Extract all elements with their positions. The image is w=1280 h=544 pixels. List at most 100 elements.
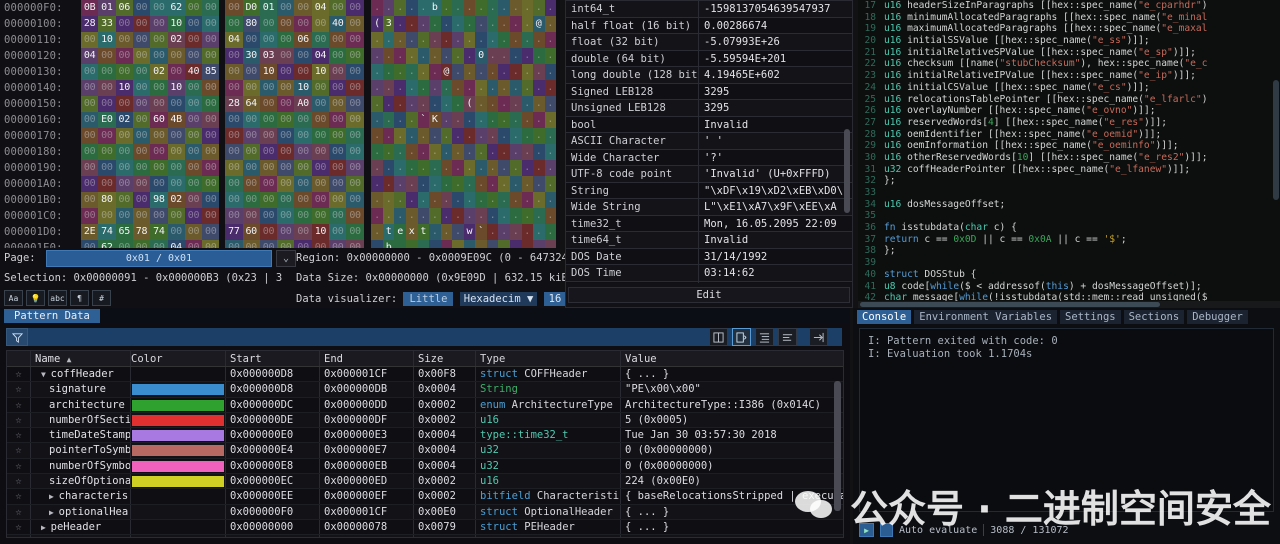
hex-ascii-char[interactable]: . — [382, 176, 395, 192]
hex-byte[interactable]: 10 — [311, 224, 330, 240]
hex-ascii-char[interactable]: . — [544, 112, 556, 128]
table-row[interactable]: ☆ ▼ coffHeader 0x000000D8 0x000001CF 0x00F8 s… — [7, 367, 843, 383]
hex-byte[interactable]: 00 — [259, 144, 278, 160]
hex-ascii-char[interactable]: . — [452, 80, 464, 96]
hex-byte[interactable]: 00 — [346, 96, 364, 112]
hex-byte[interactable]: 00 — [98, 48, 116, 64]
hex-byte[interactable]: 00 — [346, 176, 364, 192]
hex-ascii-char[interactable]: ( — [371, 16, 383, 32]
hex-byte[interactable]: 40 — [329, 16, 347, 32]
hex-ascii-char[interactable]: . — [394, 128, 407, 144]
hex-byte[interactable]: 00 — [115, 32, 133, 48]
hex-byte[interactable]: 62 — [98, 240, 116, 248]
hex-ascii-char[interactable]: t — [417, 224, 430, 240]
hex-byte[interactable]: 10 — [98, 32, 116, 48]
hex-ascii-char[interactable]: . — [382, 160, 395, 176]
hex-byte[interactable]: 04 — [80, 48, 99, 64]
hex-ascii-char[interactable]: . — [521, 0, 534, 16]
hex-byte[interactable]: 00 — [329, 144, 347, 160]
hex-byte[interactable]: 00 — [115, 176, 133, 192]
hex-ascii-char[interactable]: . — [382, 96, 395, 112]
hex-ascii-char[interactable]: . — [498, 176, 510, 192]
hex-byte[interactable]: 00 — [80, 176, 99, 192]
hex-ascii-char[interactable]: . — [429, 80, 441, 96]
hex-ascii-char[interactable]: . — [521, 64, 534, 80]
hex-ascii-char[interactable]: . — [486, 208, 499, 224]
code-line[interactable]: 35 — [858, 210, 1280, 222]
hex-ascii-char[interactable]: w — [463, 224, 476, 240]
hex-row[interactable]: 00000140: 00 00 10 00 00 10 00 00 00 00 00 00 10 00 00 0… — [0, 80, 556, 96]
hex-byte[interactable]: 00 — [294, 160, 312, 176]
hex-ascii-char[interactable]: . — [475, 176, 487, 192]
hex-byte[interactable]: 00 — [132, 16, 151, 32]
hex-ascii-char[interactable]: . — [440, 0, 453, 16]
hex-ascii-char[interactable]: . — [382, 48, 395, 64]
hex-byte[interactable]: 04 — [225, 32, 243, 48]
hex-ascii-char[interactable]: . — [498, 208, 510, 224]
hex-byte[interactable]: 00 — [259, 112, 278, 128]
column-count-input[interactable]: 16 — [543, 292, 567, 306]
hex-byte[interactable]: 00 — [294, 144, 312, 160]
hex-ascii-char[interactable]: . — [533, 208, 545, 224]
hex-byte[interactable]: 00 — [167, 176, 185, 192]
hex-byte[interactable]: 00 — [202, 224, 220, 240]
hex-byte[interactable]: 00 — [277, 192, 295, 208]
pattern-data-table[interactable]: Name ▲ Color Start End Size Type Value ☆… — [6, 350, 844, 538]
row-color[interactable] — [131, 519, 226, 535]
hex-ascii-char[interactable]: . — [475, 112, 487, 128]
hex-ascii-char[interactable]: . — [429, 32, 441, 48]
hex-ascii-char[interactable]: . — [475, 16, 487, 32]
hex-ascii-char[interactable]: . — [486, 192, 499, 208]
hex-byte[interactable]: 00 — [242, 208, 260, 224]
hex-ascii-char[interactable]: . — [509, 48, 522, 64]
hex-byte[interactable]: 00 — [277, 240, 295, 248]
hex-byte[interactable]: 01 — [98, 0, 116, 16]
hex-ascii-char[interactable]: . — [463, 208, 476, 224]
hex-byte[interactable]: 00 — [184, 48, 203, 64]
hex-byte[interactable]: 00 — [115, 160, 133, 176]
hex-ascii-char[interactable]: . — [382, 144, 395, 160]
hex-byte[interactable]: 00 — [202, 112, 220, 128]
hex-byte[interactable]: 00 — [202, 192, 220, 208]
hex-byte[interactable]: 62 — [167, 0, 185, 16]
row-name[interactable]: pointerToSymb — [31, 443, 131, 458]
code-line[interactable]: 28 u16 oemIdentifier [[hex::spec_name("e… — [858, 129, 1280, 141]
code-line[interactable]: 27 u16 reservedWords[4] [[hex::spec_name… — [858, 117, 1280, 129]
hex-ascii-char[interactable]: . — [521, 128, 534, 144]
hex-byte[interactable]: 60 — [242, 224, 260, 240]
hex-byte[interactable]: 00 — [132, 32, 151, 48]
hex-byte[interactable]: 00 — [150, 96, 168, 112]
hex-ascii-char[interactable]: . — [533, 144, 545, 160]
hex-ascii-char[interactable]: . — [394, 96, 407, 112]
hex-byte[interactable]: 00 — [150, 16, 168, 32]
hex-ascii-char[interactable]: . — [452, 64, 464, 80]
hex-ascii-char[interactable]: . — [498, 48, 510, 64]
hex-byte[interactable]: 00 — [242, 128, 260, 144]
hex-byte[interactable]: 00 — [346, 16, 364, 32]
hex-byte[interactable]: 00 — [346, 32, 364, 48]
hex-ascii-char[interactable]: . — [544, 16, 556, 32]
hex-byte[interactable]: 00 — [184, 240, 203, 248]
hex-byte[interactable]: 00 — [184, 176, 203, 192]
hex-ascii-char[interactable]: . — [440, 128, 453, 144]
hex-byte[interactable]: 00 — [329, 224, 347, 240]
hex-ascii-char[interactable]: . — [498, 16, 510, 32]
hex-ascii-char[interactable]: . — [533, 80, 545, 96]
hex-byte[interactable]: 06 — [294, 32, 312, 48]
hex-byte[interactable]: 00 — [184, 160, 203, 176]
hex-ascii-char[interactable]: . — [463, 80, 476, 96]
hex-ascii-char[interactable]: . — [544, 176, 556, 192]
hex-byte[interactable]: 00 — [98, 64, 116, 80]
hex-byte[interactable]: 02 — [167, 32, 185, 48]
hex-ascii-char[interactable]: . — [463, 192, 476, 208]
hex-ascii-char[interactable]: . — [463, 176, 476, 192]
hex-byte[interactable]: 00 — [277, 48, 295, 64]
chevron-right-icon[interactable]: ▶ — [49, 492, 59, 501]
row-color[interactable] — [131, 412, 226, 428]
hex-byte[interactable]: 0B — [80, 0, 99, 16]
hex-ascii-char[interactable]: . — [475, 208, 487, 224]
hex-ascii-char[interactable]: . — [417, 240, 430, 248]
hex-byte[interactable]: 74 — [150, 224, 168, 240]
hex-byte[interactable]: 00 — [346, 48, 364, 64]
table-row[interactable]: ☆ ▶ characteris 0x000000EE 0x000000EF 0x0002… — [7, 489, 843, 505]
